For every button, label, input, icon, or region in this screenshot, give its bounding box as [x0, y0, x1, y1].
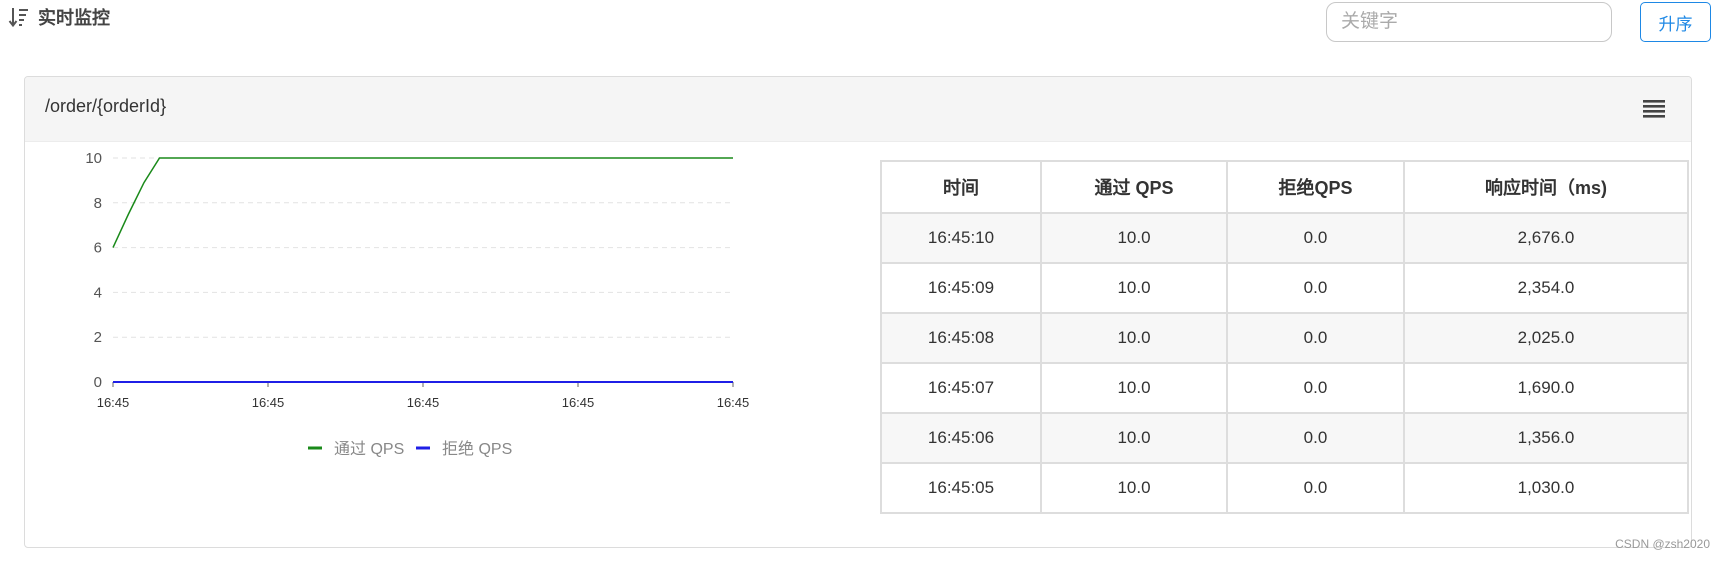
sort-descending-icon — [8, 8, 28, 28]
watermark: CSDN @zsh2020 — [1615, 537, 1710, 551]
cell-time: 16:45:07 — [880, 362, 1042, 414]
legend-label: 拒绝 QPS — [442, 440, 512, 458]
cell-response-time: 1,690.0 — [1403, 362, 1689, 414]
cell-time: 16:45:09 — [880, 262, 1042, 314]
y-tick-label: 8 — [94, 195, 102, 212]
cell-block-qps: 0.0 — [1226, 212, 1405, 264]
cell-response-time: 2,025.0 — [1403, 312, 1689, 364]
y-tick-label: 10 — [85, 150, 102, 167]
column-header-block-qps: 拒绝QPS — [1226, 160, 1405, 214]
table-row: 16:45:05 10.0 0.0 1,030.0 — [880, 462, 1689, 514]
cell-pass-qps: 10.0 — [1040, 462, 1228, 514]
search-input[interactable] — [1326, 2, 1612, 42]
cell-pass-qps: 10.0 — [1040, 212, 1228, 264]
cell-time: 16:45:06 — [880, 412, 1042, 464]
table-row: 16:45:06 10.0 0.0 1,356.0 — [880, 412, 1689, 464]
table-header-row: 时间 通过 QPS 拒绝QPS 响应时间（ms) — [880, 160, 1689, 214]
page-title-text: 实时监控 — [38, 8, 110, 28]
x-tick-label: 16:45 — [407, 395, 440, 410]
page-header: 实时监控 升序 — [0, 0, 1718, 60]
table-row: 16:45:09 10.0 0.0 2,354.0 — [880, 262, 1689, 314]
qps-table: 时间 通过 QPS 拒绝QPS 响应时间（ms) 16:45:10 10.0 0… — [880, 160, 1689, 514]
cell-block-qps: 0.0 — [1226, 412, 1405, 464]
x-tick-label: 16:45 — [97, 395, 130, 410]
table-row: 16:45:10 10.0 0.0 2,676.0 — [880, 212, 1689, 264]
column-header-response-time: 响应时间（ms) — [1403, 160, 1689, 214]
x-tick-label: 16:45 — [717, 395, 750, 410]
cell-pass-qps: 10.0 — [1040, 362, 1228, 414]
cell-time: 16:45:08 — [880, 312, 1042, 364]
y-tick-label: 4 — [94, 284, 102, 301]
cell-response-time: 1,356.0 — [1403, 412, 1689, 464]
cell-pass-qps: 10.0 — [1040, 312, 1228, 364]
cell-block-qps: 0.0 — [1226, 262, 1405, 314]
cell-response-time: 1,030.0 — [1403, 462, 1689, 514]
cell-response-time: 2,354.0 — [1403, 262, 1689, 314]
table-row: 16:45:08 10.0 0.0 2,025.0 — [880, 312, 1689, 364]
cell-block-qps: 0.0 — [1226, 462, 1405, 514]
y-tick-label: 0 — [94, 374, 102, 391]
panel-header: /order/{orderId} — [25, 77, 1691, 142]
y-tick-label: 6 — [94, 240, 102, 257]
cell-time: 16:45:10 — [880, 212, 1042, 264]
cell-pass-qps: 10.0 — [1040, 262, 1228, 314]
x-tick-label: 16:45 — [252, 395, 285, 410]
legend-label: 通过 QPS — [334, 440, 404, 458]
table-row: 16:45:07 10.0 0.0 1,690.0 — [880, 362, 1689, 414]
cell-block-qps: 0.0 — [1226, 362, 1405, 414]
y-tick-label: 2 — [94, 329, 102, 346]
cell-time: 16:45:05 — [880, 462, 1042, 514]
cell-pass-qps: 10.0 — [1040, 412, 1228, 464]
column-header-time: 时间 — [880, 160, 1042, 214]
panel-title: /order/{orderId} — [45, 96, 167, 116]
hamburger-menu-icon[interactable] — [1643, 99, 1665, 119]
cell-response-time: 2,676.0 — [1403, 212, 1689, 264]
cell-block-qps: 0.0 — [1226, 312, 1405, 364]
column-header-pass-qps: 通过 QPS — [1040, 160, 1228, 214]
qps-line-chart: 0 2 4 6 8 10 16:45 16:45 16:45 16:45 16:45 通过 QPS 拒绝… — [85, 150, 750, 458]
sort-ascending-button[interactable]: 升序 — [1640, 2, 1711, 42]
page-title: 实时监控 — [8, 4, 110, 30]
x-tick-label: 16:45 — [562, 395, 595, 410]
